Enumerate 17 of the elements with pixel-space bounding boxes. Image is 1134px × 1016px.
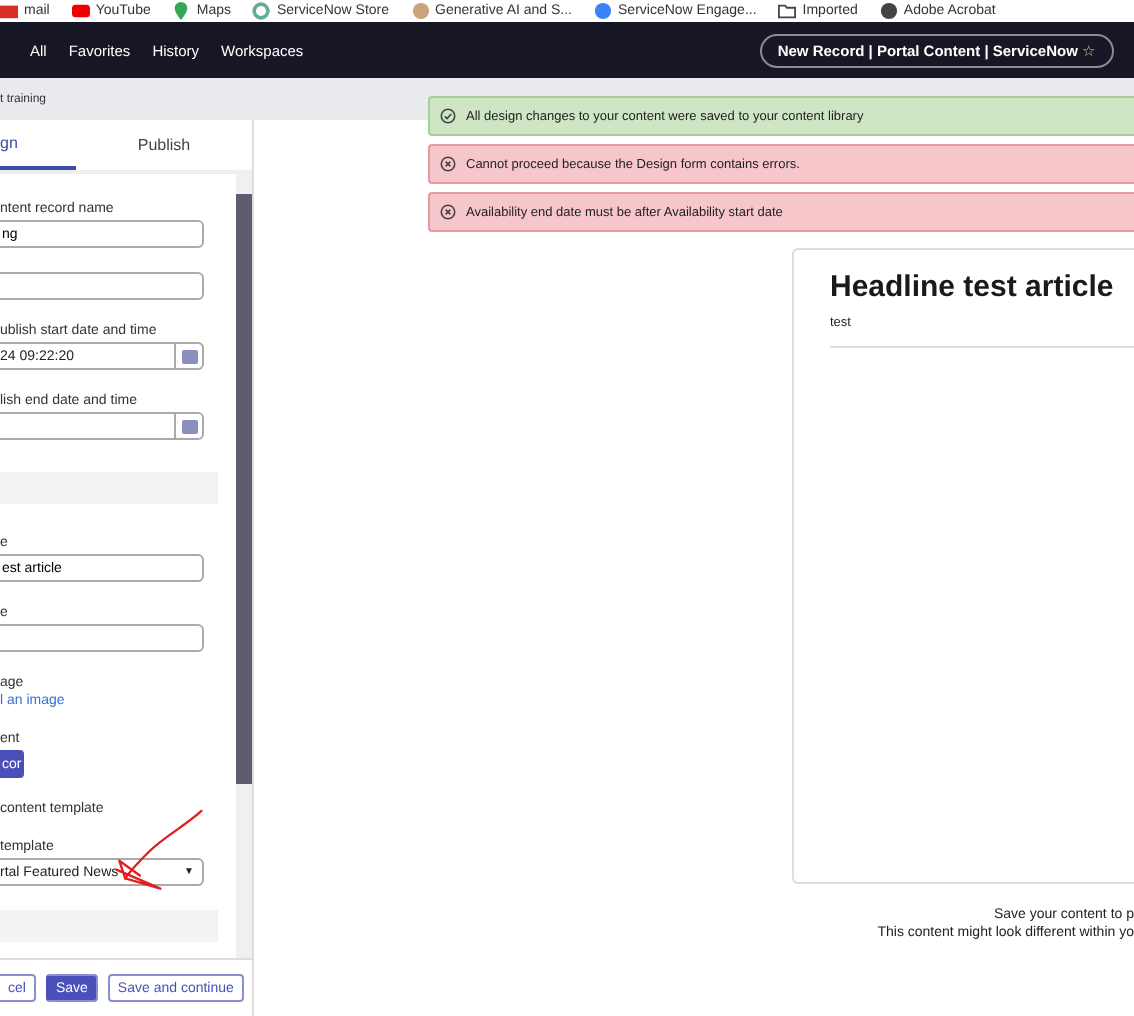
calendar-icon[interactable] [174, 344, 202, 368]
map-pin-icon [172, 2, 191, 20]
date-field[interactable] [0, 412, 204, 440]
check-circle-icon [440, 108, 456, 124]
ring-icon [252, 2, 271, 20]
tab[interactable]: Publish [76, 120, 252, 170]
calendar-icon[interactable] [174, 414, 202, 438]
x-circle-icon [440, 156, 456, 172]
headline: Headline test article [830, 270, 1116, 304]
tab[interactable]: gn [0, 120, 76, 170]
folder-icon [778, 2, 797, 20]
avatar-icon [411, 2, 430, 20]
input-field[interactable] [0, 624, 204, 652]
scrollbar[interactable] [236, 174, 252, 958]
x-circle-icon [440, 204, 456, 220]
dot-icon [594, 2, 613, 20]
input-field[interactable] [0, 272, 204, 300]
